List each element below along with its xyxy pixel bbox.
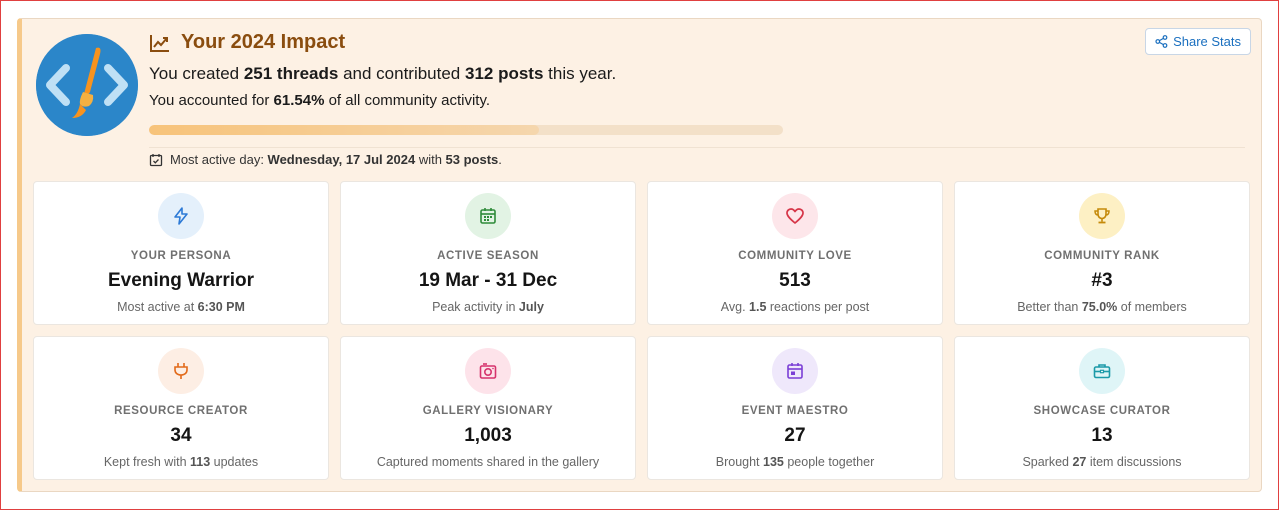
page-title: Your 2024 Impact (181, 31, 346, 53)
activity-percent: 61.54% (273, 92, 325, 109)
stat-card-event-maestro: Event Maestro 27 Brought 135 people togeth… (647, 336, 943, 480)
stat-card-active-season: Active Season 19 Mar - 31 Dec Peak activit… (340, 181, 636, 325)
stat-value: 1,003 (464, 425, 512, 446)
stat-card-your-persona: Your Persona Evening Warrior Most active a… (33, 181, 329, 325)
stat-subtext-part: updates (210, 455, 259, 469)
calendar-grid-icon (465, 193, 511, 239)
trending-up-icon (150, 34, 169, 52)
event-calendar-icon (772, 348, 818, 394)
stat-subtext-part: Better than (1017, 300, 1082, 314)
stat-subtext-part: people together (783, 455, 875, 469)
summary-text: You accounted for (149, 92, 274, 109)
stat-label: Community Rank (1044, 250, 1160, 262)
stat-label: Active Season (437, 250, 539, 262)
most-active-date: Wednesday, 17 Jul 2024 (267, 152, 416, 167)
summary-text: You created (149, 64, 244, 83)
stat-subtext: Brought 135 people together (716, 455, 874, 469)
stat-subtext: Better than 75.0% of members (1017, 300, 1187, 314)
stat-subtext-part: Sparked (1022, 455, 1073, 469)
threads-count: 251 threads (243, 64, 339, 83)
stat-subtext-highlight: 1.5 (749, 300, 767, 314)
most-active-day: Most active day: Wednesday, 17 Jul 2024 … (149, 152, 502, 167)
share-stats-button[interactable]: Share Stats (1145, 28, 1251, 55)
briefcase-icon (1079, 348, 1125, 394)
stat-label: Event Maestro (741, 405, 849, 417)
posts-count: 312 posts (465, 64, 544, 83)
most-active-text: . (498, 152, 502, 167)
summary-text: this year. (543, 64, 617, 83)
stat-subtext: Kept fresh with 113 updates (104, 455, 258, 469)
stat-subtext-highlight: 135 (763, 455, 784, 469)
stat-subtext-highlight: July (518, 300, 544, 314)
threads-posts-summary: You created 251 threads and contributed … (149, 64, 616, 84)
stat-subtext-part: Kept fresh with (103, 455, 190, 469)
stat-subtext-part: item discussions (1086, 455, 1182, 469)
stat-label: Showcase Curator (1033, 405, 1171, 417)
divider (149, 147, 1245, 148)
most-active-label: Most active day: (170, 152, 268, 167)
stat-card-showcase-curator: Showcase Curator 13 Sparked 27 item discus… (954, 336, 1250, 480)
stat-label: Gallery Visionary (422, 405, 554, 417)
stat-subtext-highlight: 75.0% (1081, 300, 1118, 314)
camera-icon (465, 348, 511, 394)
summary-text: and contributed (338, 64, 465, 83)
title-row: Your 2024 Impact (149, 31, 345, 54)
stat-subtext-highlight: 113 (190, 455, 211, 469)
stat-card-community-rank: Community Rank #3 Better than 75.0% of mem… (954, 181, 1250, 325)
activity-progress-fill (149, 125, 540, 135)
stat-subtext-part: Most active at (117, 300, 198, 314)
stat-subtext-part: reactions per post (766, 300, 870, 314)
stats-grid: Your Persona Evening Warrior Most active a… (33, 181, 1250, 480)
stat-subtext-part: Captured moments shared in the gallery (376, 455, 600, 469)
code-brush-logo-icon (36, 34, 138, 136)
activity-progress-bar (149, 125, 783, 135)
stat-value: 27 (784, 425, 806, 446)
stat-card-resource-creator: Resource Creator 34 Kept fresh with 113 up… (33, 336, 329, 480)
lightning-icon (158, 193, 204, 239)
stat-value: 34 (170, 425, 192, 446)
stat-subtext-part: Brought (715, 455, 764, 469)
stat-value: #3 (1091, 270, 1113, 291)
stat-value: 13 (1091, 425, 1113, 446)
stat-subtext: Avg. 1.5 reactions per post (721, 300, 870, 314)
stat-subtext-highlight: 6:30 PM (197, 300, 245, 314)
trophy-icon (1079, 193, 1125, 239)
stat-value: 19 Mar - 31 Dec (418, 270, 558, 291)
plug-icon (158, 348, 204, 394)
stat-subtext-part: Avg. (720, 300, 750, 314)
stat-subtext-part: of members (1117, 300, 1187, 314)
activity-share-summary: You accounted for 61.54% of all communit… (149, 92, 490, 109)
stat-card-community-love: Community Love 513 Avg. 1.5 reactions per … (647, 181, 943, 325)
most-active-posts: 53 posts (445, 152, 499, 167)
stat-value: 513 (779, 270, 811, 291)
calendar-check-icon (149, 153, 163, 166)
impact-card: Your 2024 Impact You created 251 threads… (17, 18, 1262, 492)
summary-text: of all community activity. (324, 92, 491, 109)
stat-subtext-highlight: 27 (1072, 455, 1087, 469)
stat-card-gallery-visionary: Gallery Visionary 1,003 Captured moments s… (340, 336, 636, 480)
stat-label: Community Love (738, 250, 852, 262)
heart-icon (772, 193, 818, 239)
stat-value: Evening Warrior (107, 270, 255, 291)
stat-label: Resource Creator (114, 405, 248, 417)
share-icon (1155, 35, 1168, 48)
stat-subtext-part: Peak activity in (432, 300, 519, 314)
stat-subtext: Most active at 6:30 PM (117, 300, 245, 314)
stat-subtext: Captured moments shared in the gallery (377, 455, 599, 469)
stat-subtext: Sparked 27 item discussions (1022, 455, 1181, 469)
share-stats-label: Share Stats (1173, 34, 1241, 49)
most-active-text: with (415, 152, 446, 167)
stat-subtext: Peak activity in July (432, 300, 544, 314)
avatar (36, 34, 138, 136)
stat-label: Your Persona (130, 250, 232, 262)
